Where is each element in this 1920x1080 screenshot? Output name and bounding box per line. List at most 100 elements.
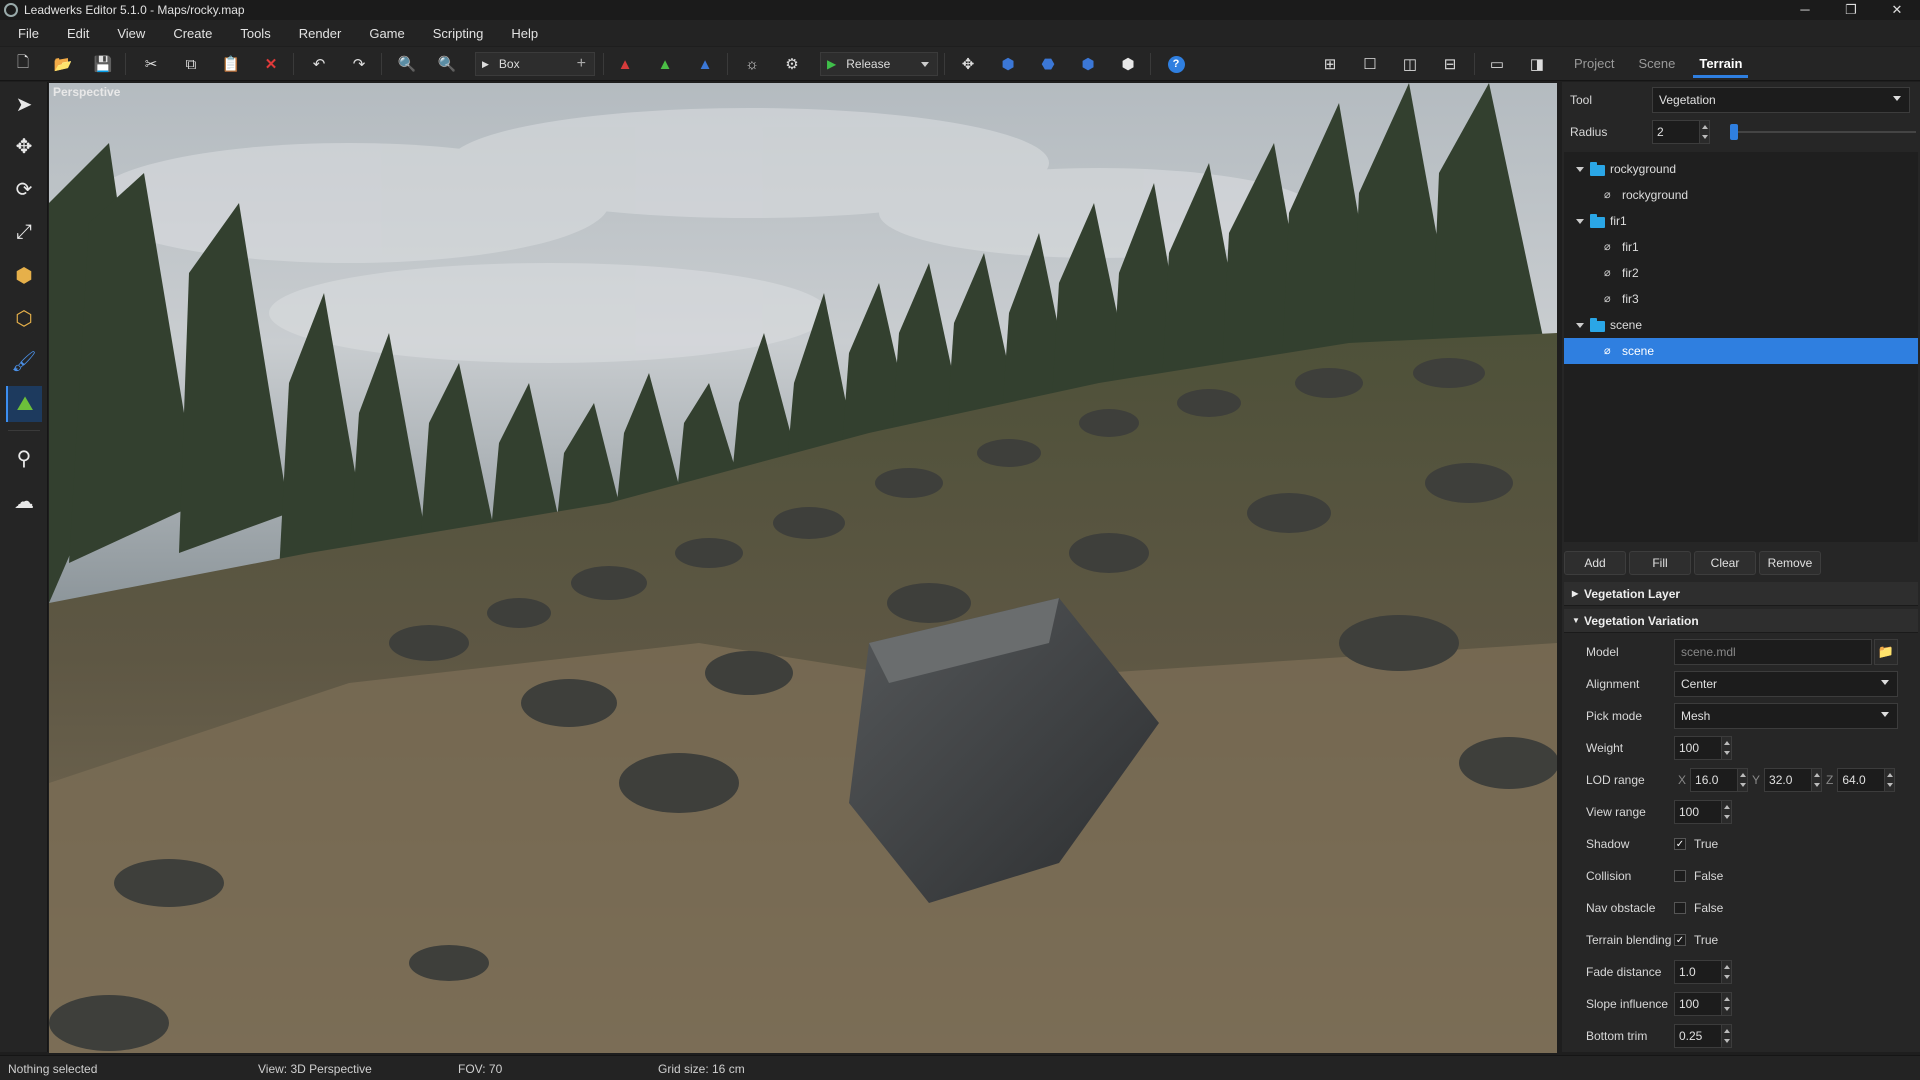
expand-icon[interactable] [1576,167,1584,172]
radius-spinner[interactable] [1699,121,1709,143]
scale-tool-icon[interactable]: ⤢ [6,214,42,250]
collision-checkbox[interactable] [1674,870,1686,882]
cloud-download-icon[interactable]: ☁ [6,483,42,519]
slope-spinner[interactable] [1721,993,1731,1015]
menu-tools[interactable]: Tools [230,26,288,41]
pickmode-select[interactable]: Mesh [1674,703,1898,729]
trim-spinner[interactable] [1721,1025,1731,1047]
hierarchy-icon[interactable]: ⚲ [6,440,42,476]
terrain-blending-checkbox[interactable]: ✓ [1674,934,1686,946]
panel-right-icon[interactable]: ◨ [1523,52,1551,76]
menu-view[interactable]: View [107,26,163,41]
folder-browse-icon[interactable]: 📁 [1874,639,1898,665]
weight-spinner[interactable] [1721,737,1731,759]
terrain-tool-icon[interactable]: ⛰ [6,386,42,422]
tab-project[interactable]: Project [1562,47,1626,81]
red-mountain-icon[interactable]: ▲ [611,52,639,76]
viewrange-spinner[interactable] [1721,801,1731,823]
split-vertical-icon[interactable]: ◫ [1396,52,1424,76]
green-mountain-icon[interactable]: ▲ [651,52,679,76]
grid-four-icon[interactable]: ⊞ [1316,52,1344,76]
blue-sphere-icon[interactable]: ⬣ [1034,52,1062,76]
menu-edit[interactable]: Edit [57,26,107,41]
box-tool-icon[interactable]: ⬢ [6,257,42,293]
weight-input[interactable]: 100 [1674,736,1732,760]
radius-input[interactable]: 2 [1652,120,1710,144]
copy-icon[interactable]: ⧉ [177,52,205,76]
tree-item-fir2[interactable]: ⌀ fir2 [1564,260,1918,286]
menu-create[interactable]: Create [163,26,230,41]
menu-scripting[interactable]: Scripting [423,26,502,41]
delete-icon[interactable]: ✕ [257,52,285,76]
lod-z-spinner[interactable] [1884,769,1895,791]
model-field[interactable]: scene.mdl [1674,639,1872,665]
alignment-select[interactable]: Center [1674,671,1898,697]
radius-slider-track[interactable] [1730,131,1916,133]
close-icon[interactable]: ✕ [1874,0,1920,20]
tree-item-scene[interactable]: ⌀ scene [1564,338,1918,364]
tree-folder-scene[interactable]: scene [1564,312,1918,338]
vegetation-variation-section[interactable]: ▼ Vegetation Variation [1564,609,1918,633]
blue-mountain-icon[interactable]: ▲ [691,52,719,76]
lod-y-input[interactable]: 32.0 [1764,768,1823,792]
fade-input[interactable]: 1.0 [1674,960,1732,984]
add-icon[interactable]: + [577,55,586,73]
menu-game[interactable]: Game [359,26,422,41]
undo-icon[interactable]: ↶ [305,52,333,76]
tree-item-fir1[interactable]: ⌀ fir1 [1564,234,1918,260]
restore-icon[interactable]: ❐ [1828,0,1874,20]
save-icon[interactable]: 💾 [89,52,117,76]
blue-cube-icon[interactable]: ⬢ [994,52,1022,76]
tool-select[interactable]: Vegetation [1652,87,1910,113]
paste-icon[interactable]: 📋 [217,52,245,76]
rotate-tool-icon[interactable]: ⟳ [6,171,42,207]
panel-bottom-icon[interactable]: ▭ [1483,52,1511,76]
remove-button[interactable]: Remove [1759,551,1821,575]
zoom-in-icon[interactable]: 🔍 [393,52,421,76]
split-horizontal-icon[interactable]: ⊟ [1436,52,1464,76]
lod-z-input[interactable]: 64.0 [1837,768,1896,792]
options-icon[interactable]: ⚙ [778,52,806,76]
lod-x-input[interactable]: 16.0 [1690,768,1749,792]
expand-icon[interactable] [1576,323,1584,328]
vegetation-layer-section[interactable]: ▶ Vegetation Layer [1564,582,1918,606]
tree-item-fir3[interactable]: ⌀ fir3 [1564,286,1918,312]
menu-file[interactable]: File [8,26,57,41]
shadow-checkbox[interactable]: ✓ [1674,838,1686,850]
single-view-icon[interactable]: ☐ [1356,52,1384,76]
primitive-combo[interactable]: ▶ Box + [475,52,595,76]
help-icon[interactable]: ? [1167,55,1185,73]
play-icon[interactable]: ▶ [827,57,836,71]
zoom-out-icon[interactable]: 🔍 [433,52,461,76]
3d-viewport[interactable]: Perspective [49,83,1557,1053]
select-tool-icon[interactable]: ➤ [6,86,42,122]
minimize-icon[interactable]: ─ [1782,0,1828,20]
build-config-combo[interactable]: ▶ Release [820,52,938,76]
viewrange-input[interactable]: 100 [1674,800,1732,824]
add-button[interactable]: Add [1564,551,1626,575]
menu-help[interactable]: Help [501,26,556,41]
blue-box-icon[interactable]: ⬢ [1074,52,1102,76]
face-tool-icon[interactable]: ⬡ [6,300,42,336]
move-tool-icon[interactable]: ✥ [6,128,42,164]
fade-spinner[interactable] [1721,961,1731,983]
slope-input[interactable]: 100 [1674,992,1732,1016]
tab-terrain[interactable]: Terrain [1687,47,1754,81]
paint-brush-icon[interactable]: 🖌 [6,343,42,379]
radius-slider-handle[interactable] [1730,124,1738,140]
nav-obstacle-checkbox[interactable] [1674,902,1686,914]
new-map-icon[interactable]: 🗋 [9,52,37,76]
tab-scene[interactable]: Scene [1626,47,1687,81]
white-box-icon[interactable]: ⬢ [1114,52,1142,76]
tree-item-rockyground[interactable]: ⌀ rockyground [1564,182,1918,208]
tree-folder-rockyground[interactable]: rockyground [1564,156,1918,182]
cut-icon[interactable]: ✂ [137,52,165,76]
clear-button[interactable]: Clear [1694,551,1756,575]
move-gizmo-icon[interactable]: ✥ [954,52,982,76]
expand-icon[interactable] [1576,219,1584,224]
redo-icon[interactable]: ↷ [345,52,373,76]
menu-render[interactable]: Render [289,26,360,41]
trim-input[interactable]: 0.25 [1674,1024,1732,1048]
lod-x-spinner[interactable] [1737,769,1748,791]
lod-y-spinner[interactable] [1811,769,1822,791]
